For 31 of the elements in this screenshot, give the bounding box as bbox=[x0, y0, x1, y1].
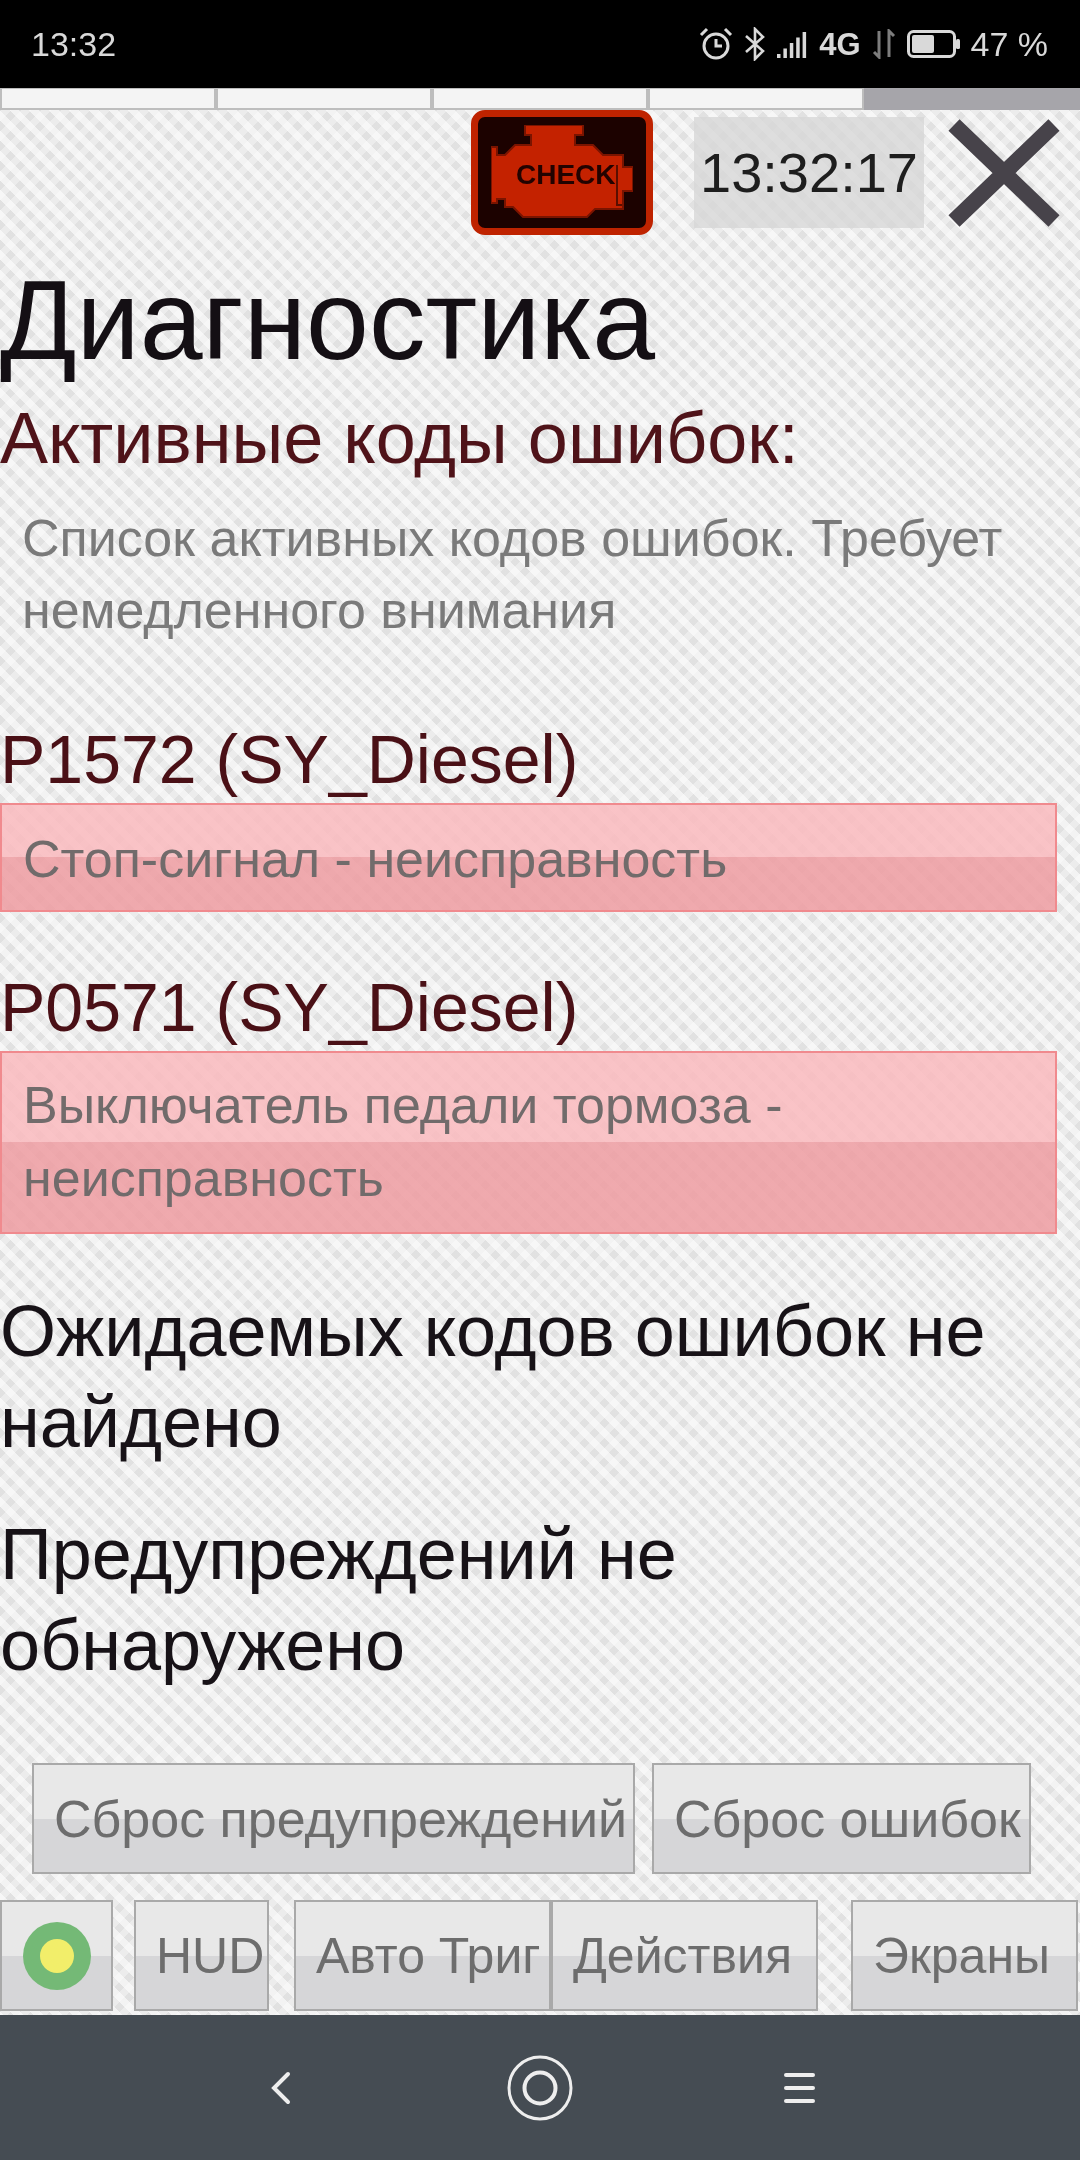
menu-icon bbox=[783, 2072, 815, 2103]
status-message: Ожидаемых кодов ошибок не найдено bbox=[0, 1289, 987, 1464]
error-code: P1572 (SY_Diesel) bbox=[0, 719, 579, 799]
battery-icon bbox=[906, 30, 960, 58]
close-button[interactable] bbox=[948, 118, 1060, 227]
data-transfer-icon bbox=[871, 29, 896, 59]
close-icon bbox=[948, 118, 1060, 227]
status-time: 13:32 bbox=[31, 27, 117, 61]
error-banner: Стоп-сигнал - неисправность bbox=[0, 803, 1057, 913]
reset-button[interactable]: Сброс ошибок bbox=[652, 1763, 1031, 1874]
toolbar-button[interactable]: Действия bbox=[551, 1900, 818, 2011]
bluetooth-icon bbox=[744, 27, 767, 61]
status-message: Предупреждений не обнаружено bbox=[0, 1512, 678, 1687]
check-label: CHECK bbox=[516, 161, 616, 189]
home-icon bbox=[507, 2054, 573, 2121]
error-banner: Выключатель педали тормоза - неисправность bbox=[0, 1050, 1057, 1234]
back-icon bbox=[271, 2070, 291, 2105]
battery-percent: 47 % bbox=[970, 27, 1048, 61]
network-type: 4G bbox=[819, 28, 861, 60]
toolbar-button[interactable]: Экраны bbox=[851, 1900, 1078, 2011]
alarm-clock-icon bbox=[699, 27, 734, 61]
engine-icon bbox=[491, 124, 633, 221]
page-title: Диагностика bbox=[0, 256, 656, 385]
reset-button[interactable]: Сброс предупреждений bbox=[32, 1763, 635, 1874]
clock-display: 13:32:17 bbox=[694, 117, 924, 228]
signal-icon bbox=[777, 30, 809, 58]
section-description: Список активных кодов ошибок. Требует немедленного внимания bbox=[21, 507, 1004, 641]
toolbar-button[interactable]: HUD bbox=[134, 1900, 269, 2011]
toolbar-button[interactable]: Авто Триг bbox=[294, 1900, 551, 2011]
section-heading: Активные коды ошибок: bbox=[0, 397, 799, 481]
error-code: P0571 (SY_Diesel) bbox=[0, 968, 579, 1048]
